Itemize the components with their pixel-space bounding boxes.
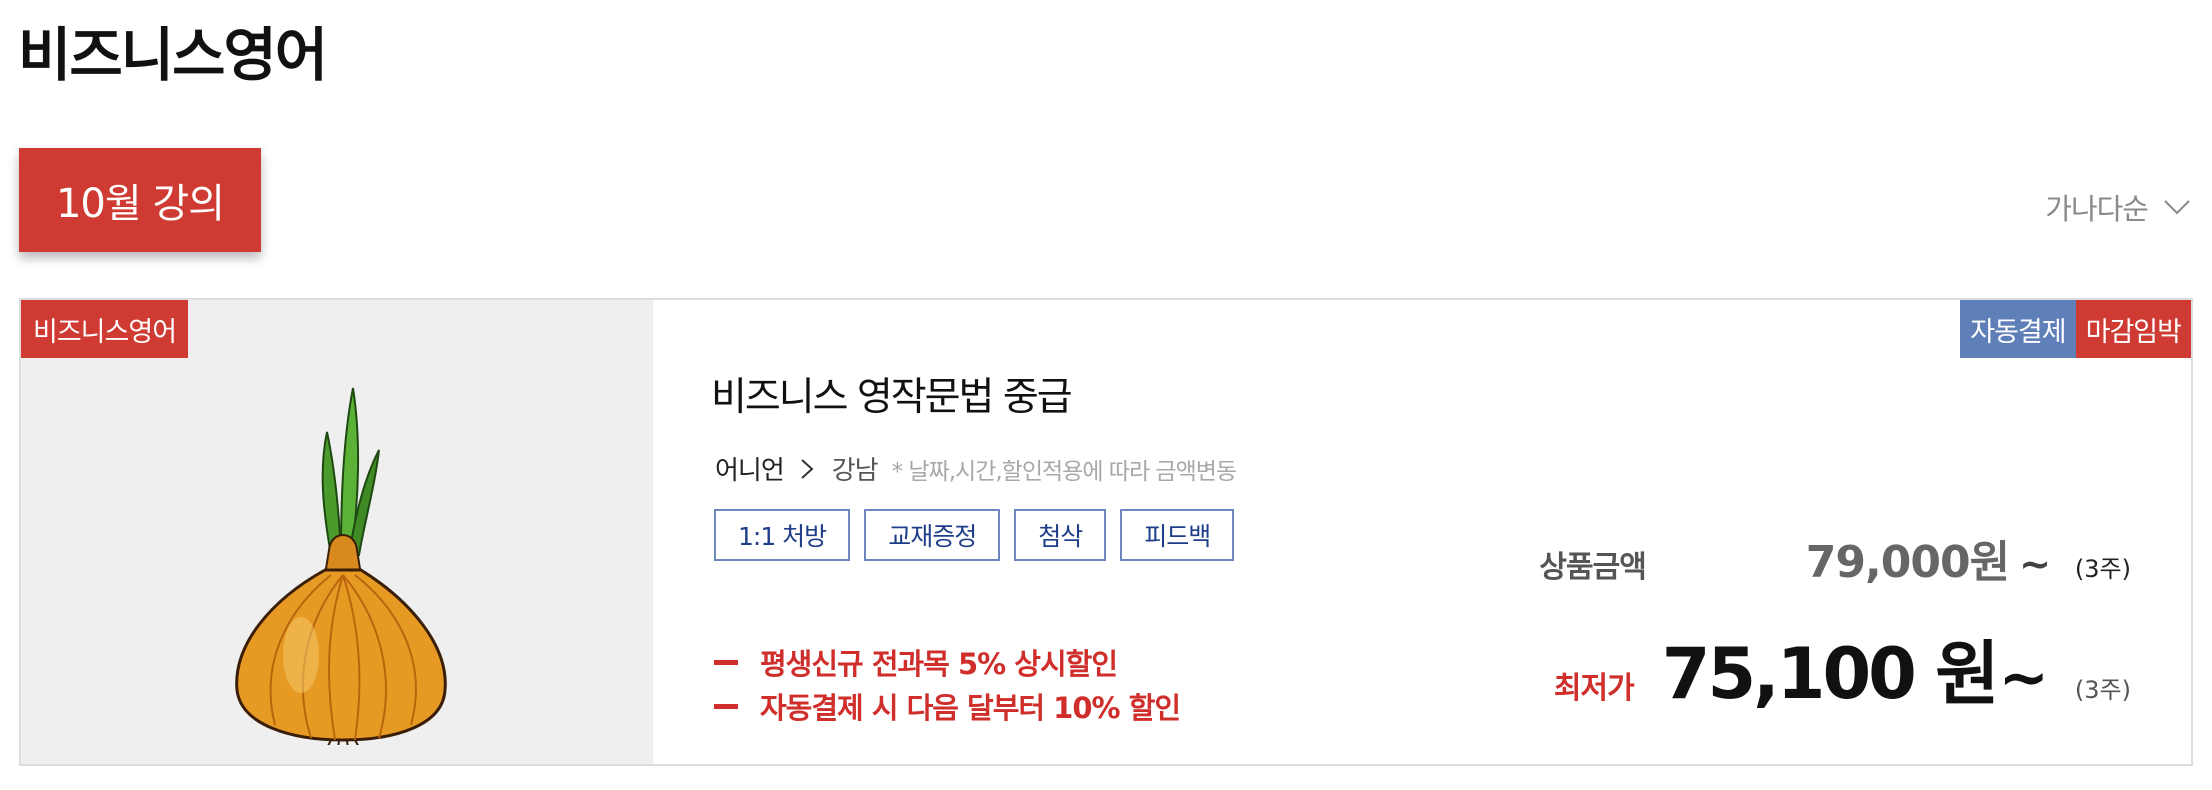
teacher-name[interactable]: 어니언 bbox=[715, 450, 785, 487]
course-thumbnail[interactable]: 비즈니스영어 bbox=[21, 300, 653, 764]
chevron-down-icon bbox=[2164, 200, 2190, 215]
course-title[interactable]: 비즈니스 영작문법 중급 bbox=[711, 366, 1073, 422]
page-title: 비즈니스영어 bbox=[18, 21, 328, 89]
list-price-tilde: ~ bbox=[2019, 542, 2051, 586]
tag-prescription: 1:1 처방 bbox=[714, 509, 851, 561]
sort-dropdown-label: 가나다순 bbox=[2045, 192, 2149, 226]
onion-illustration bbox=[235, 387, 447, 745]
best-price-row: 최저가 75,100 원 ~ (3주) bbox=[1554, 618, 2131, 719]
list-price-period: (3주) bbox=[2074, 555, 2131, 583]
best-price-tilde: ~ bbox=[1998, 643, 2049, 713]
promo-text: 자동결제 시 다음 달부터 10% 할인 bbox=[760, 691, 1181, 725]
tag-correction: 첨삭 bbox=[1014, 509, 1107, 561]
promo-item: 평생신규 전과목 5% 상시할인 bbox=[714, 640, 1180, 684]
course-meta: 어니언 강남 * 날짜,시간,할인적용에 따라 금액변동 bbox=[715, 450, 1237, 487]
dash-icon bbox=[714, 703, 738, 709]
category-badge: 비즈니스영어 bbox=[21, 300, 189, 358]
chevron-right-icon bbox=[801, 458, 814, 479]
best-price-period: (3주) bbox=[2074, 676, 2131, 704]
auto-pay-badge: 자동결제 bbox=[1960, 300, 2076, 358]
promo-item: 자동결제 시 다음 달부터 10% 할인 bbox=[714, 684, 1181, 728]
sort-dropdown[interactable]: 가나다순 bbox=[2045, 186, 2192, 228]
tag-feedback: 피드백 bbox=[1120, 509, 1235, 561]
best-price-label: 최저가 bbox=[1553, 671, 1635, 706]
branch-name: 강남 bbox=[831, 456, 879, 486]
promo-list: 평생신규 전과목 5% 상시할인 자동결제 시 다음 달부터 10% 할인 bbox=[714, 640, 1181, 728]
dash-icon bbox=[714, 659, 738, 665]
price-note: * 날짜,시간,할인적용에 따라 금액변동 bbox=[891, 458, 1237, 485]
month-tab[interactable]: 10월 강의 bbox=[19, 148, 261, 252]
list-price-label: 상품금액 bbox=[1539, 550, 1646, 585]
promo-text: 평생신규 전과목 5% 상시할인 bbox=[760, 647, 1118, 681]
course-card[interactable]: 비즈니스영어 자동결제 마감임박 비즈니스 영작문법 중급 어니언 강남 * 날… bbox=[19, 298, 2193, 766]
tag-textbook: 교재증정 bbox=[864, 509, 1001, 561]
best-price-amount: 75,100 원 bbox=[1661, 633, 2000, 715]
list-price-row: 상품금액 79,000원 ~ (3주) bbox=[1539, 526, 2131, 590]
list-price-amount: 79,000원 bbox=[1805, 537, 2010, 588]
closing-soon-badge: 마감임박 bbox=[2075, 300, 2191, 358]
status-flags: 자동결제 마감임박 bbox=[1960, 300, 2191, 358]
feature-tags: 1:1 처방 교재증정 첨삭 피드백 bbox=[714, 509, 1235, 561]
